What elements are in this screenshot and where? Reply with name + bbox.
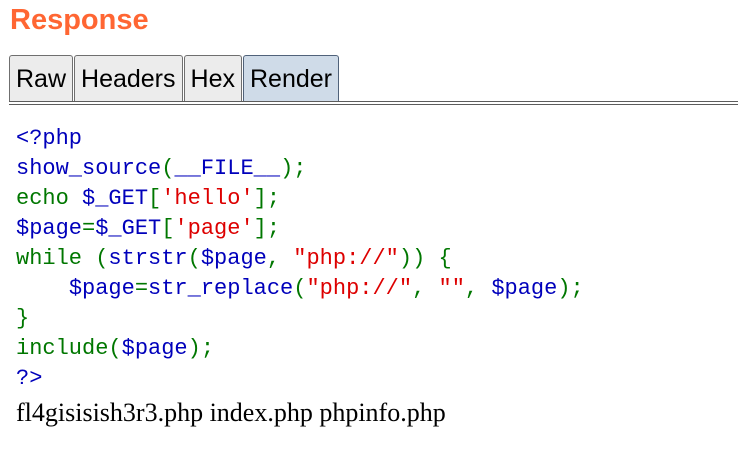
code-token: $_GET <box>95 216 162 241</box>
code-token: echo <box>16 186 83 211</box>
code-token: ( <box>293 276 307 301</box>
code-token: ); <box>280 156 307 181</box>
response-tabs: Raw Headers Hex Render <box>9 55 340 102</box>
code-token: 'page' <box>174 216 254 241</box>
code-token: __FILE__ <box>174 156 281 181</box>
tab-raw[interactable]: Raw <box>9 55 74 102</box>
code-token: , <box>464 276 492 301</box>
code-token: , <box>266 246 294 271</box>
code-token: ( <box>95 246 109 271</box>
rendered-output-text: fl4gisisish3r3.php index.php phpinfo.php <box>16 398 446 427</box>
code-token: "php://" <box>306 276 413 301</box>
code-token: strstr <box>108 246 188 271</box>
code-token: ]; <box>253 186 281 211</box>
code-token: ]; <box>253 216 281 241</box>
code-token: $page <box>16 216 83 241</box>
code-token: = <box>82 216 96 241</box>
code-line: $page=str_replace("php://", "", $page); <box>16 274 584 304</box>
code-token: , <box>412 276 439 301</box>
code-token: while <box>16 246 96 271</box>
code-token: $_GET <box>82 186 149 211</box>
code-token: ( <box>161 156 175 181</box>
code-token: ( <box>108 336 122 361</box>
code-token: include <box>16 336 109 361</box>
response-title: Response <box>10 4 149 36</box>
code-token: $page <box>121 336 188 361</box>
code-token: str_replace <box>148 276 294 301</box>
code-token: ?> <box>16 366 43 391</box>
code-token: $page <box>68 276 135 301</box>
code-token: "php://" <box>293 246 399 271</box>
code-token: ); <box>557 276 584 301</box>
code-line: while (strstr($page, "php://")) { <box>16 244 584 274</box>
tab-headers[interactable]: Headers <box>74 55 183 102</box>
code-line: $page=$_GET['page']; <box>16 214 584 244</box>
code-token: "" <box>438 276 465 301</box>
tab-render[interactable]: Render <box>242 55 339 102</box>
code-token: $page <box>200 246 267 271</box>
code-token: } <box>16 306 30 331</box>
code-token: ); <box>187 336 215 361</box>
code-line: show_source(__FILE__); <box>16 154 584 184</box>
code-line: include($page); <box>16 334 584 364</box>
code-line: ?> <box>16 364 584 394</box>
code-line: echo $_GET['hello']; <box>16 184 584 214</box>
code-token: <?php <box>16 126 83 151</box>
code-line: <?php <box>16 124 584 154</box>
code-token: $page <box>491 276 558 301</box>
code-token: [ <box>148 186 162 211</box>
code-token: [ <box>161 216 175 241</box>
code-token: )) { <box>398 246 452 271</box>
code-token: show_source <box>16 156 162 181</box>
source-code-view: <?php show_source(__FILE__); echo $_GET['h… <box>16 124 584 394</box>
tab-hex[interactable]: Hex <box>183 55 242 102</box>
tab-divider <box>9 101 738 105</box>
code-token: 'hello' <box>161 186 254 211</box>
code-token: ( <box>187 246 201 271</box>
code-line: } <box>16 304 584 334</box>
code-token: = <box>134 276 149 301</box>
